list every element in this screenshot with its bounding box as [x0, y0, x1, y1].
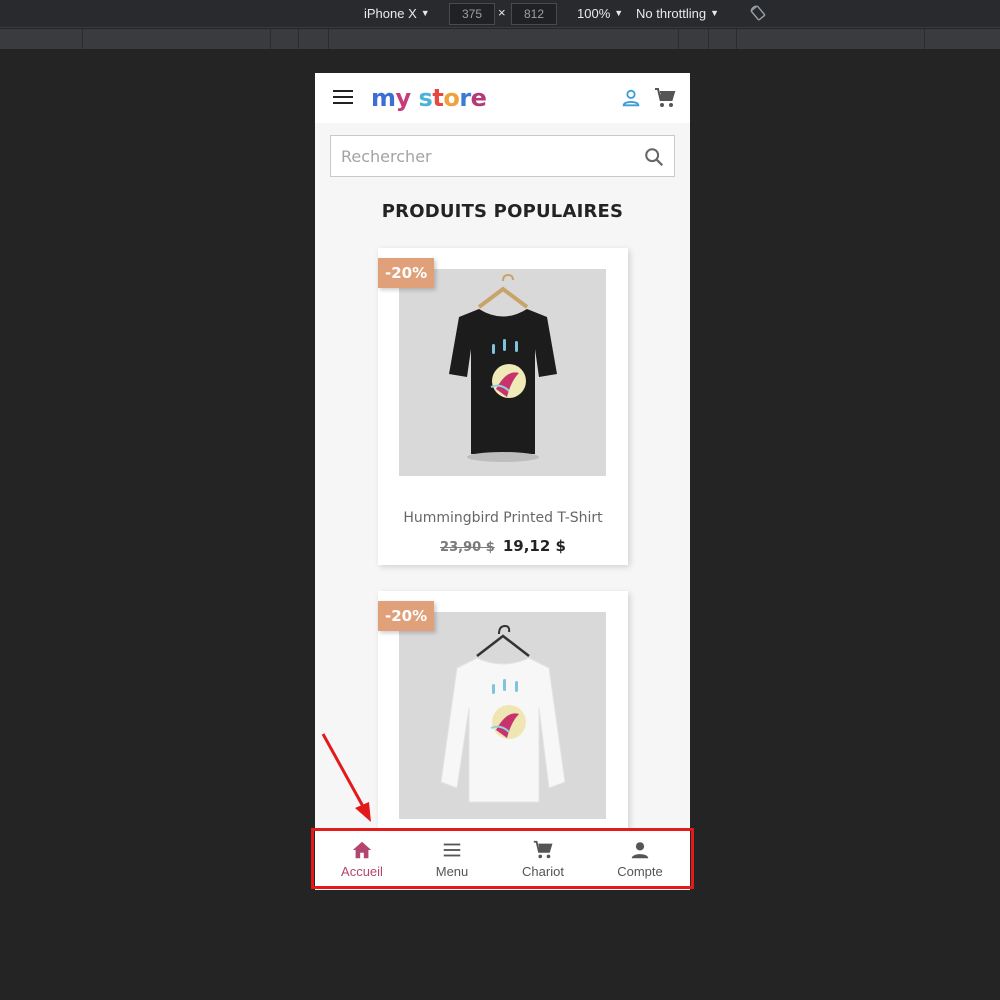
nav-label: Menu	[435, 864, 469, 879]
device-name: iPhone X	[364, 6, 417, 21]
throttling-selector[interactable]: No throttling ▼	[636, 5, 719, 24]
old-price: 23,90 $	[440, 540, 495, 555]
width-input[interactable]: 375	[449, 3, 495, 25]
bottom-navigation: Accueil Menu Chariot Compte	[315, 830, 690, 887]
nav-item-home[interactable]: Accueil	[317, 839, 407, 879]
throttling-value: No throttling	[636, 6, 707, 21]
hamburger-menu-icon[interactable]	[333, 90, 353, 106]
nav-label: Accueil	[341, 864, 383, 879]
devtools-toolbar: iPhone X ▼ 375 × 812 100% ▼ No throttling ▼	[0, 0, 1000, 28]
caret-down-icon: ▼	[614, 8, 624, 18]
nav-label: Compte	[617, 864, 663, 879]
discount-badge: -20%	[378, 258, 435, 288]
nav-item-account[interactable]: Compte	[595, 839, 685, 879]
rotate-icon[interactable]	[750, 5, 766, 21]
zoom-selector[interactable]: 100% ▼	[577, 5, 623, 24]
discount-badge: -20%	[378, 601, 435, 631]
user-icon[interactable]	[620, 87, 642, 109]
media-query-ruler	[0, 29, 1000, 49]
store-logo[interactable]: my store	[371, 81, 487, 115]
product-image[interactable]	[399, 612, 606, 819]
search-box	[330, 135, 675, 177]
height-input[interactable]: 812	[511, 3, 557, 25]
product-name[interactable]: Hummingbird Printed T-Shirt	[378, 510, 628, 526]
product-image[interactable]	[399, 269, 606, 476]
price-row: 23,90 $ 19,12 $	[378, 536, 628, 555]
nav-item-menu[interactable]: Menu	[407, 839, 497, 879]
nav-item-cart[interactable]: Chariot	[498, 839, 588, 879]
mobile-viewport: my store PRODUITS POPULAIRES	[315, 73, 690, 890]
zoom-value: 100%	[577, 6, 611, 21]
current-price: 19,12 $	[502, 537, 566, 555]
menu-icon	[443, 843, 461, 857]
product-card[interactable]: -20% Hummingbird Printed T-Shirt 23,90 $…	[378, 248, 628, 565]
search-input[interactable]	[331, 136, 631, 176]
cart-icon[interactable]	[653, 86, 677, 110]
search-icon[interactable]	[643, 146, 665, 168]
caret-down-icon: ▼	[710, 8, 720, 18]
caret-down-icon: ▼	[420, 8, 430, 18]
black-tshirt-image	[399, 269, 606, 476]
cart-icon	[533, 840, 553, 859]
account-icon	[631, 842, 649, 859]
device-selector[interactable]: iPhone X ▼	[364, 5, 430, 24]
home-icon	[352, 841, 372, 859]
nav-label: Chariot	[522, 864, 564, 879]
section-title: PRODUITS POPULAIRES	[381, 201, 624, 222]
product-card[interactable]: -20%	[378, 591, 628, 851]
store-header: my store	[315, 73, 690, 123]
dimension-separator: ×	[498, 5, 506, 20]
white-longsleeve-image	[399, 612, 606, 819]
